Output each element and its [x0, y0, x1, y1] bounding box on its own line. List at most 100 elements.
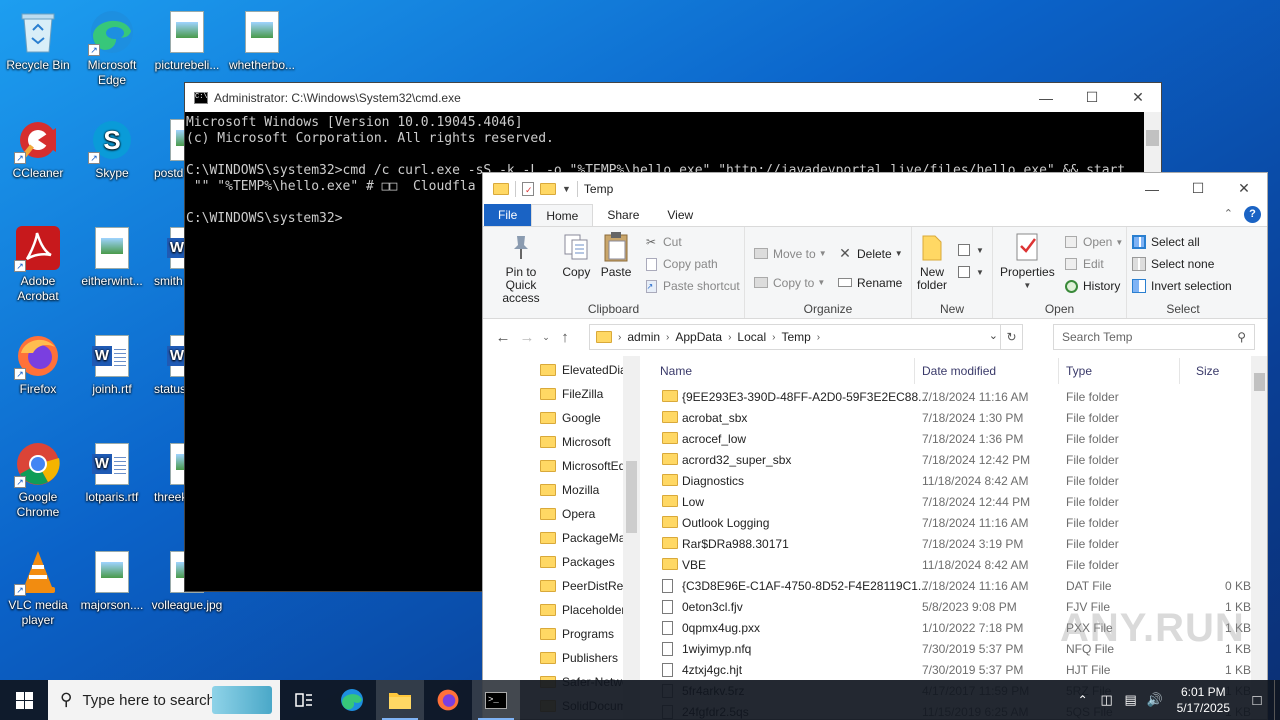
microsoft-edge-shortcut[interactable]: ↗ Microsoft Edge [74, 8, 150, 88]
taskbar-firefox[interactable] [424, 680, 472, 720]
copy-path-button[interactable]: Copy path [643, 253, 740, 275]
search-input[interactable]: Search Temp [1062, 330, 1132, 344]
google-chrome-shortcut[interactable]: ↗ Google Chrome [0, 440, 76, 520]
select-all-button[interactable]: Select all [1131, 231, 1232, 253]
file-list-scrollbar[interactable] [1251, 356, 1267, 719]
file-row[interactable]: Rar$DRa988.30171 7/18/2024 3:19 PM File fo… [640, 533, 1240, 554]
file-row[interactable]: Outlook Logging 7/18/2024 11:16 AM File fo… [640, 512, 1240, 533]
tab-share[interactable]: Share [593, 204, 653, 226]
minimize-button[interactable]: — [1023, 83, 1069, 112]
tree-item[interactable]: Packages [540, 550, 615, 574]
column-header-name[interactable]: Name [660, 356, 900, 386]
file-row[interactable]: acrocef_low 7/18/2024 1:36 PM File folder [640, 428, 1240, 449]
new-folder-qat-icon[interactable] [540, 182, 556, 195]
joinh-file[interactable]: W joinh.rtf [74, 332, 150, 397]
tree-item[interactable]: MicrosoftEd [540, 454, 625, 478]
move-to-button[interactable]: Move to ▼ [753, 239, 827, 268]
tree-item[interactable]: FileZilla [540, 382, 603, 406]
breadcrumb-appdata[interactable]: AppData [675, 330, 722, 344]
cmd-titlebar[interactable]: C:\ Administrator: C:\Windows\System32\c… [185, 83, 1161, 112]
task-view-button[interactable] [280, 680, 328, 720]
forward-arrow-icon[interactable]: → [515, 329, 539, 346]
chevron-right-icon[interactable]: › [618, 332, 621, 343]
tree-item[interactable]: PackageMa [540, 526, 625, 550]
show-hidden-icons-icon[interactable]: ⌃ [1071, 693, 1095, 707]
close-button[interactable]: ✕ [1115, 83, 1161, 112]
easy-access-button[interactable]: ▼ [956, 261, 984, 283]
address-bar[interactable]: › admin › AppData › Local › Temp › ⌄ ↻ [589, 324, 1023, 350]
delete-button[interactable]: ✕ Delete ▼ [837, 239, 902, 268]
history-button[interactable]: History [1063, 275, 1123, 297]
tree-scrollbar[interactable] [623, 356, 640, 719]
taskbar-search-input[interactable]: Type here to search [82, 692, 215, 709]
tree-item[interactable]: Programs [540, 622, 614, 646]
scrollbar-thumb[interactable] [1146, 130, 1159, 146]
tab-view[interactable]: View [653, 204, 707, 226]
navigation-pane[interactable]: ElevatedDia FileZilla Google Microsoft Micro… [483, 356, 640, 719]
file-row[interactable]: {C3D8E96E-C1AF-4750-8D52-F4E28119C1... 7/… [640, 575, 1251, 596]
tree-item[interactable]: Microsoft [540, 430, 611, 454]
up-arrow-icon[interactable]: ↑ [553, 329, 577, 346]
file-row[interactable]: 4ztxj4gc.hjt 7/30/2019 5:37 PM HJT File 1 K… [640, 659, 1251, 680]
ccleaner-shortcut[interactable]: ↗ CCleaner [0, 116, 76, 181]
back-arrow-icon[interactable]: ← [491, 329, 515, 346]
file-row[interactable]: acrobat_sbx 7/18/2024 1:30 PM File folder [640, 407, 1240, 428]
taskbar-search[interactable]: ⚲ Type here to search [48, 680, 280, 720]
file-row[interactable]: acrord32_super_sbx 7/18/2024 12:42 PM File… [640, 449, 1240, 470]
file-row[interactable]: VBE 11/18/2024 8:42 AM File folder [640, 554, 1240, 575]
skype-shortcut[interactable]: S ↗ Skype [74, 116, 150, 181]
clock[interactable]: 6:01 PM 5/17/2025 [1177, 684, 1230, 716]
rename-button[interactable]: Rename [837, 268, 903, 297]
volume-icon[interactable]: 🔊 [1143, 692, 1167, 708]
chevron-right-icon[interactable]: › [817, 332, 820, 343]
chevron-right-icon[interactable]: › [728, 332, 731, 343]
network-icon[interactable]: ▤ [1119, 692, 1143, 708]
tree-item[interactable]: Placeholder [540, 598, 625, 622]
paste-button[interactable]: Paste [598, 231, 635, 279]
taskbar-file-explorer[interactable] [376, 680, 424, 720]
tree-item[interactable]: Mozilla [540, 478, 599, 502]
open-button[interactable]: Open ▼ [1063, 231, 1123, 253]
file-row[interactable]: Low 7/18/2024 12:44 PM File folder [640, 491, 1240, 512]
column-header-type[interactable]: Type [1066, 356, 1092, 386]
copy-button[interactable]: Copy [558, 231, 594, 279]
maximize-button[interactable]: ☐ [1175, 174, 1221, 203]
close-button[interactable]: ✕ [1221, 174, 1267, 203]
breadcrumb-local[interactable]: Local [737, 330, 766, 344]
maximize-button[interactable]: ☐ [1069, 83, 1115, 112]
select-none-button[interactable]: Select none [1131, 253, 1232, 275]
picturebeli-file[interactable]: picturebeli... [149, 8, 225, 73]
notifications-icon[interactable]: □ [1240, 692, 1274, 709]
whetherbo-file[interactable]: whetherbo... [224, 8, 300, 73]
file-list[interactable]: ⌃ Name Date modified Type Size {9EE293E3… [640, 356, 1267, 719]
invert-selection-button[interactable]: Invert selection [1131, 275, 1232, 297]
search-box[interactable]: Search Temp ⚲ [1053, 324, 1255, 350]
scrollbar-thumb[interactable] [1254, 373, 1265, 391]
tab-file[interactable]: File [484, 204, 532, 226]
tree-item[interactable]: Opera [540, 502, 595, 526]
paste-shortcut-button[interactable]: ↗ Paste shortcut [643, 275, 740, 297]
file-row[interactable]: {9EE293E3-390D-48FF-A2D0-59F3E2EC88... 7/… [640, 386, 1240, 407]
refresh-icon[interactable]: ↻ [1000, 325, 1022, 349]
edit-button[interactable]: Edit [1063, 253, 1123, 275]
tab-home[interactable]: Home [531, 204, 594, 226]
new-folder-button[interactable]: New folder [912, 231, 952, 292]
recycle-bin-shortcut[interactable]: Recycle Bin [0, 8, 76, 73]
chevron-right-icon[interactable]: › [772, 332, 775, 343]
tree-item[interactable]: Google [540, 406, 601, 430]
cut-button[interactable]: ✂ Cut [643, 231, 740, 253]
minimize-button[interactable]: — [1129, 174, 1175, 203]
column-header-date[interactable]: Date modified [922, 356, 996, 386]
qat-dropdown-icon[interactable]: ▼ [562, 184, 571, 194]
recent-locations-icon[interactable]: ⌄ [539, 332, 553, 343]
properties-button[interactable]: Properties ▼ [997, 231, 1058, 292]
column-header-size[interactable]: Size [1196, 356, 1219, 386]
copy-to-button[interactable]: Copy to ▼ [753, 268, 827, 297]
ribbon-collapse-icon[interactable]: ⌃ [1224, 207, 1233, 220]
vlc-shortcut[interactable]: ↗ VLC media player [0, 548, 76, 628]
help-icon[interactable]: ? [1244, 206, 1261, 223]
firefox-shortcut[interactable]: ↗ Firefox [0, 332, 76, 397]
address-dropdown-icon[interactable]: ⌄ [989, 329, 998, 342]
new-item-button[interactable]: ▼ [956, 239, 984, 261]
start-button[interactable] [0, 680, 48, 720]
